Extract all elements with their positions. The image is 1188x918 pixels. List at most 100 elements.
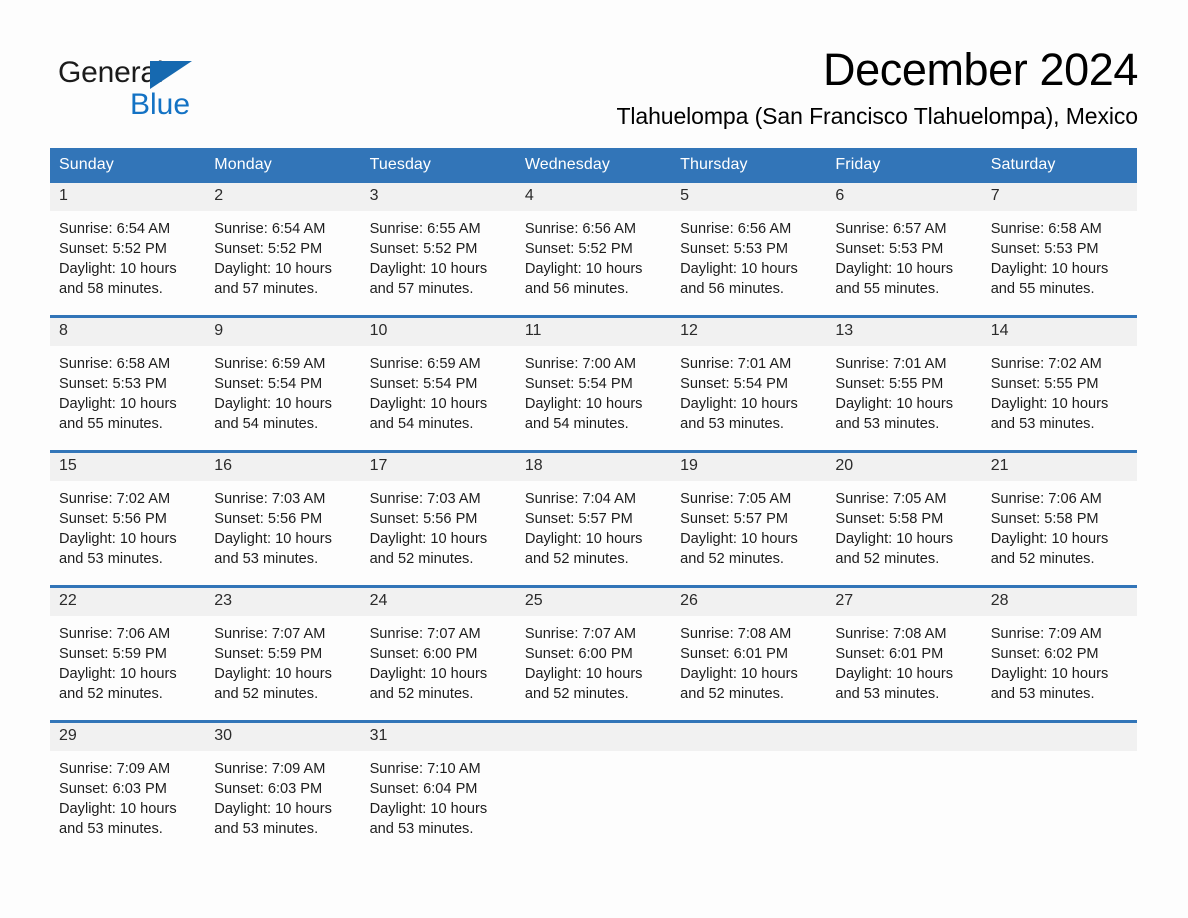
calendar-day-cell[interactable]: 25 Sunrise: 7:07 AM Sunset: 6:00 PM Dayligh… — [515, 584, 672, 722]
calendar-day-cell[interactable]: 12 Sunrise: 7:01 AM Sunset: 5:54 PM Dayligh… — [671, 314, 827, 452]
calendar-day-cell[interactable]: 21 Sunrise: 7:06 AM Sunset: 5:58 PM Dayligh… — [981, 449, 1137, 587]
day-details: Sunrise: 7:06 AM Sunset: 5:59 PM Daylight:… — [50, 616, 205, 720]
sunrise-text: Sunrise: 7:07 AM — [369, 625, 481, 642]
calendar-day-cell[interactable]: 30 Sunrise: 7:09 AM Sunset: 6:03 PM Dayligh… — [205, 719, 361, 855]
calendar-day-cell[interactable]: 20 Sunrise: 7:05 AM Sunset: 5:58 PM Dayligh… — [826, 449, 982, 587]
sunrise-text: Sunrise: 7:01 AM — [680, 355, 792, 372]
sunset-text: Sunset: 6:01 PM — [835, 645, 944, 662]
calendar-day-cell[interactable]: 27 Sunrise: 7:08 AM Sunset: 6:01 PM Dayligh… — [826, 584, 982, 722]
sunset-text: Sunset: 5:52 PM — [369, 240, 478, 257]
title-block: December 2024 Tlahuelompa (San Francisco… — [202, 44, 1138, 132]
calendar-day-cell[interactable]: 7 Sunrise: 6:58 AM Sunset: 5:53 PM Daylight… — [981, 182, 1137, 317]
sunset-text: Sunset: 5:56 PM — [369, 510, 478, 527]
day-details: Sunrise: 7:05 AM Sunset: 5:58 PM Daylight:… — [826, 481, 981, 585]
sunset-text: Sunset: 6:00 PM — [369, 645, 478, 662]
daylight-text-line1: Daylight: 10 hours — [214, 530, 332, 547]
calendar-day-cell[interactable]: 16 Sunrise: 7:03 AM Sunset: 5:56 PM Dayligh… — [205, 449, 361, 587]
day-number: 21 — [981, 452, 1137, 481]
sunrise-text: Sunrise: 6:58 AM — [59, 355, 171, 372]
day-number: 14 — [981, 317, 1137, 346]
daylight-text-line1: Daylight: 10 hours — [369, 800, 488, 817]
sunset-text: Sunset: 5:58 PM — [990, 510, 1099, 527]
day-details: Sunrise: 7:03 AM Sunset: 5:56 PM Daylight:… — [205, 481, 360, 585]
calendar-day-cell[interactable]: 24 Sunrise: 7:07 AM Sunset: 6:00 PM Dayligh… — [360, 584, 516, 722]
day-number: 24 — [360, 587, 516, 616]
day-number: 6 — [826, 182, 982, 211]
calendar-day-cell[interactable]: 8 Sunrise: 6:58 AM Sunset: 5:53 PM Daylight… — [50, 314, 206, 452]
day-number: 26 — [671, 587, 827, 616]
day-details: Sunrise: 7:09 AM Sunset: 6:03 PM Daylight:… — [205, 751, 360, 855]
calendar-day-cell[interactable]: 2 Sunrise: 6:54 AM Sunset: 5:52 PM Daylight… — [205, 182, 361, 317]
weekday-header-wednesday: Wednesday — [515, 147, 672, 183]
calendar-day-cell[interactable]: 31 Sunrise: 7:10 AM Sunset: 6:04 PM Dayligh… — [360, 719, 516, 855]
calendar-week-row: 8 Sunrise: 6:58 AM Sunset: 5:53 PM Daylight… — [50, 314, 1137, 452]
day-details: Sunrise: 6:56 AM Sunset: 5:52 PM Daylight:… — [516, 211, 671, 315]
day-details: Sunrise: 7:07 AM Sunset: 6:00 PM Daylight:… — [361, 616, 516, 720]
calendar-day-cell[interactable]: 11 Sunrise: 7:00 AM Sunset: 5:54 PM Dayligh… — [515, 314, 672, 452]
logo-text-blue: Blue — [130, 88, 191, 121]
calendar-day-cell[interactable]: 13 Sunrise: 7:01 AM Sunset: 5:55 PM Dayligh… — [826, 314, 982, 452]
day-number — [981, 722, 1137, 751]
day-details: Sunrise: 7:02 AM Sunset: 5:55 PM Daylight:… — [982, 346, 1137, 450]
sunrise-text: Sunrise: 7:09 AM — [59, 760, 171, 777]
daylight-text-line1: Daylight: 10 hours — [214, 260, 332, 277]
sunrise-text: Sunrise: 6:54 AM — [59, 220, 171, 237]
calendar-day-cell[interactable]: 17 Sunrise: 7:03 AM Sunset: 5:56 PM Dayligh… — [360, 449, 516, 587]
day-number: 30 — [205, 722, 361, 751]
calendar-day-cell[interactable]: 19 Sunrise: 7:05 AM Sunset: 5:57 PM Dayligh… — [671, 449, 827, 587]
day-number: 28 — [981, 587, 1137, 616]
general-blue-logo[interactable]: General Blue — [52, 44, 202, 120]
day-number: 16 — [205, 452, 361, 481]
day-number: 18 — [515, 452, 672, 481]
calendar-day-cell[interactable]: 15 Sunrise: 7:02 AM Sunset: 5:56 PM Dayligh… — [50, 449, 206, 587]
weekday-header-tuesday: Tuesday — [360, 147, 516, 183]
day-number: 23 — [205, 587, 361, 616]
calendar-day-cell[interactable]: 4 Sunrise: 6:56 AM Sunset: 5:52 PM Daylight… — [515, 182, 672, 317]
daylight-text-line1: Daylight: 10 hours — [680, 530, 798, 547]
day-details: Sunrise: 6:55 AM Sunset: 5:52 PM Daylight:… — [361, 211, 516, 315]
sunset-text: Sunset: 5:54 PM — [524, 375, 633, 392]
daylight-text-line1: Daylight: 10 hours — [680, 665, 798, 682]
calendar-day-cell[interactable]: 3 Sunrise: 6:55 AM Sunset: 5:52 PM Daylight… — [360, 182, 516, 317]
daylight-text-line1: Daylight: 10 hours — [214, 395, 332, 412]
day-number: 5 — [671, 182, 827, 211]
day-details: Sunrise: 6:57 AM Sunset: 5:53 PM Daylight:… — [826, 211, 981, 315]
calendar-day-cell[interactable]: 26 Sunrise: 7:08 AM Sunset: 6:01 PM Dayligh… — [671, 584, 827, 722]
daylight-text-line1: Daylight: 10 hours — [59, 395, 177, 412]
day-number: 8 — [50, 317, 206, 346]
sunrise-text: Sunrise: 7:10 AM — [369, 760, 481, 777]
day-details: Sunrise: 7:09 AM Sunset: 6:03 PM Daylight:… — [50, 751, 205, 855]
daylight-text-line2: and 53 minutes. — [680, 415, 784, 432]
calendar-day-cell[interactable]: 5 Sunrise: 6:56 AM Sunset: 5:53 PM Daylight… — [671, 182, 827, 317]
daylight-text-line2: and 52 minutes. — [835, 550, 940, 567]
sunrise-text: Sunrise: 6:57 AM — [835, 220, 947, 237]
day-details: Sunrise: 6:58 AM Sunset: 5:53 PM Daylight:… — [982, 211, 1137, 315]
sunrise-text: Sunrise: 7:02 AM — [59, 490, 171, 507]
day-details: Sunrise: 7:08 AM Sunset: 6:01 PM Daylight:… — [671, 616, 826, 720]
calendar-day-cell[interactable]: 18 Sunrise: 7:04 AM Sunset: 5:57 PM Dayligh… — [515, 449, 672, 587]
calendar-day-cell[interactable]: 29 Sunrise: 7:09 AM Sunset: 6:03 PM Dayligh… — [50, 719, 206, 855]
daylight-text-line1: Daylight: 10 hours — [990, 665, 1109, 682]
daylight-text-line2: and 52 minutes. — [990, 550, 1095, 567]
day-details: Sunrise: 7:05 AM Sunset: 5:57 PM Daylight:… — [671, 481, 826, 585]
daylight-text-line1: Daylight: 10 hours — [835, 260, 954, 277]
day-details: Sunrise: 7:07 AM Sunset: 5:59 PM Daylight:… — [205, 616, 360, 720]
day-number: 31 — [360, 722, 516, 751]
calendar-day-cell[interactable]: 10 Sunrise: 6:59 AM Sunset: 5:54 PM Dayligh… — [360, 314, 516, 452]
weekday-header-friday: Friday — [826, 147, 982, 183]
calendar-day-cell[interactable]: 28 Sunrise: 7:09 AM Sunset: 6:02 PM Dayligh… — [981, 584, 1137, 722]
calendar-day-cell[interactable]: 23 Sunrise: 7:07 AM Sunset: 5:59 PM Dayligh… — [205, 584, 361, 722]
calendar-day-cell[interactable]: 6 Sunrise: 6:57 AM Sunset: 5:53 PM Daylight… — [826, 182, 982, 317]
calendar-day-cell[interactable]: 22 Sunrise: 7:06 AM Sunset: 5:59 PM Dayligh… — [50, 584, 206, 722]
calendar-day-cell[interactable]: 1 Sunrise: 6:54 AM Sunset: 5:52 PM Daylight… — [50, 182, 206, 317]
daylight-text-line1: Daylight: 10 hours — [835, 665, 954, 682]
daylight-text-line2: and 56 minutes. — [680, 280, 784, 297]
day-number: 17 — [360, 452, 516, 481]
daylight-text-line2: and 53 minutes. — [59, 820, 163, 837]
sunset-text: Sunset: 5:54 PM — [214, 375, 323, 392]
calendar-day-cell[interactable]: 9 Sunrise: 6:59 AM Sunset: 5:54 PM Daylight… — [205, 314, 361, 452]
page-title: December 2024 — [823, 44, 1138, 95]
sunset-text: Sunset: 6:02 PM — [990, 645, 1099, 662]
calendar-day-cell[interactable]: 14 Sunrise: 7:02 AM Sunset: 5:55 PM Dayligh… — [981, 314, 1137, 452]
daylight-text-line2: and 52 minutes. — [524, 685, 629, 702]
